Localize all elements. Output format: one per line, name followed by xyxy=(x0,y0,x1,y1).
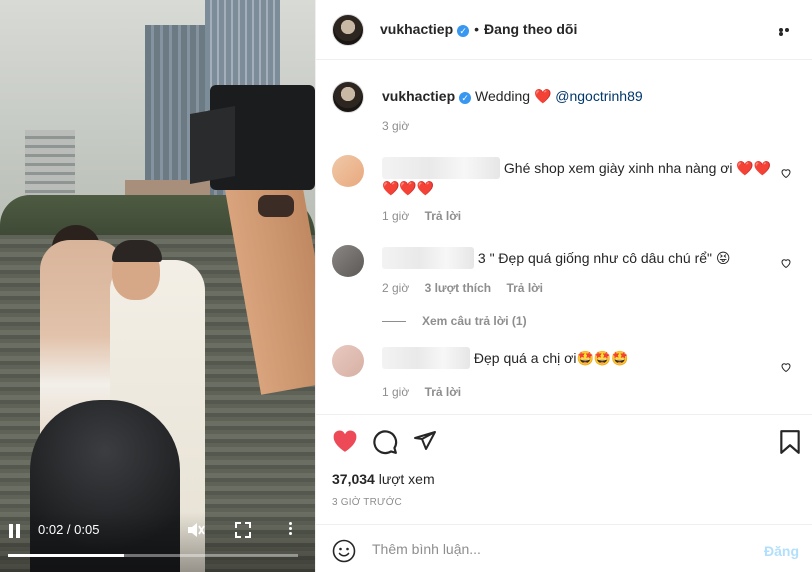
header-separator: • xyxy=(474,21,480,37)
comment-text: Đẹp quá a chị ơi🤩🤩🤩 xyxy=(382,347,782,369)
blurred-username xyxy=(382,157,500,179)
pause-icon[interactable] xyxy=(9,524,21,538)
video-progress-bar[interactable] xyxy=(8,554,298,557)
reply-button[interactable]: Trả lời xyxy=(425,209,462,223)
comment-meta: 1 giờ Trả lời xyxy=(382,209,473,223)
video-controls-overlay xyxy=(0,512,315,572)
view-count-number: 37,034 xyxy=(332,471,375,487)
video-man-hair xyxy=(112,240,162,262)
comment-time: 1 giờ xyxy=(382,209,410,223)
blurred-username xyxy=(382,347,470,369)
comment-icon[interactable] xyxy=(372,429,398,455)
post-timestamp: 3 GIỜ TRƯỚC xyxy=(332,497,402,508)
header-username[interactable]: vukhactiep xyxy=(380,21,453,37)
comment-body: Đẹp quá a chị ơi🤩🤩🤩 xyxy=(473,350,629,366)
emoji-icon[interactable] xyxy=(332,539,356,563)
verified-icon: ✓ xyxy=(459,92,472,104)
comment-like-icon[interactable] xyxy=(780,167,792,179)
comments-list: vukhactiep ✓ Wedding ❤️ @ngoctrinh89 3 gi… xyxy=(316,61,812,413)
post-comment-button[interactable]: Đăng xyxy=(764,543,799,559)
caption-body: Wedding xyxy=(475,88,531,104)
comment-body: 3 " Đẹp quá giống như cô dâu chú rể" 😝 xyxy=(477,250,731,266)
comment-time: 2 giờ xyxy=(382,281,410,295)
caption-meta: 3 giờ xyxy=(382,119,421,133)
post-side-panel: vukhactiep ✓ • Đang theo dõi vukhactiep ✓ We… xyxy=(315,0,812,572)
avatar[interactable] xyxy=(332,345,364,377)
fullscreen-icon[interactable] xyxy=(234,521,252,539)
caption-mention[interactable]: @ngoctrinh89 xyxy=(555,88,642,104)
share-icon[interactable] xyxy=(412,429,438,453)
comment-body: Ghé shop xem giày xinh nha nàng ơi ❤️❤️ xyxy=(503,160,772,176)
post-header: vukhactiep ✓ • Đang theo dõi xyxy=(316,0,812,60)
reply-button[interactable]: Trả lời xyxy=(506,281,543,295)
heart-icon[interactable] xyxy=(332,429,358,453)
comment-text: 3 " Đẹp quá giống như cô dâu chú rể" 😝 xyxy=(382,247,782,269)
avatar[interactable] xyxy=(332,155,364,187)
reply-button[interactable]: Trả lời xyxy=(425,385,462,399)
video-watch xyxy=(258,195,294,217)
view-count-label: lượt xem xyxy=(378,471,435,487)
heart-emoji: ❤️ xyxy=(533,88,552,104)
video-more-icon[interactable] xyxy=(284,520,296,540)
following-button[interactable]: Đang theo dõi xyxy=(484,21,577,37)
comment-input[interactable] xyxy=(372,535,742,563)
blurred-username xyxy=(382,247,474,269)
view-replies-button[interactable]: Xem câu trả lời (1) xyxy=(382,314,527,328)
comment-likes[interactable]: 3 lượt thích xyxy=(425,281,492,295)
post-header-info: vukhactiep ✓ • Đang theo dõi xyxy=(380,21,577,37)
avatar[interactable] xyxy=(332,245,364,277)
comment-like-icon[interactable] xyxy=(780,361,792,373)
video-time: 0:02 / 0:05 xyxy=(38,522,100,537)
post-video[interactable]: 0:02 / 0:05 xyxy=(0,0,315,572)
avatar[interactable] xyxy=(332,81,364,113)
caption-text: vukhactiep ✓ Wedding ❤️ @ngoctrinh89 xyxy=(382,87,782,105)
comment-like-icon[interactable] xyxy=(780,257,792,269)
more-options-icon[interactable] xyxy=(779,28,795,36)
caption-time: 3 giờ xyxy=(382,119,410,133)
caption-username[interactable]: vukhactiep xyxy=(382,88,455,104)
comment-text: Ghé shop xem giày xinh nha nàng ơi ❤️❤️ … xyxy=(382,157,782,197)
bookmark-icon[interactable] xyxy=(779,429,801,455)
comment-time: 1 giờ xyxy=(382,385,410,399)
mute-icon[interactable] xyxy=(186,521,206,539)
post-actions: 37,034 lượt xem 3 GIỜ TRƯỚC xyxy=(316,414,812,524)
comment-meta: 2 giờ 3 lượt thích Trả lời xyxy=(382,281,555,295)
video-progress-fill xyxy=(8,554,124,557)
verified-icon: ✓ xyxy=(457,25,470,37)
comment-meta: 1 giờ Trả lời xyxy=(382,385,473,399)
add-comment-bar: Đăng xyxy=(316,524,812,572)
view-count[interactable]: 37,034 lượt xem xyxy=(332,471,435,487)
video-camera xyxy=(210,85,315,190)
avatar[interactable] xyxy=(332,14,364,46)
comment-body-line2: ❤️❤️❤️ xyxy=(382,180,435,196)
